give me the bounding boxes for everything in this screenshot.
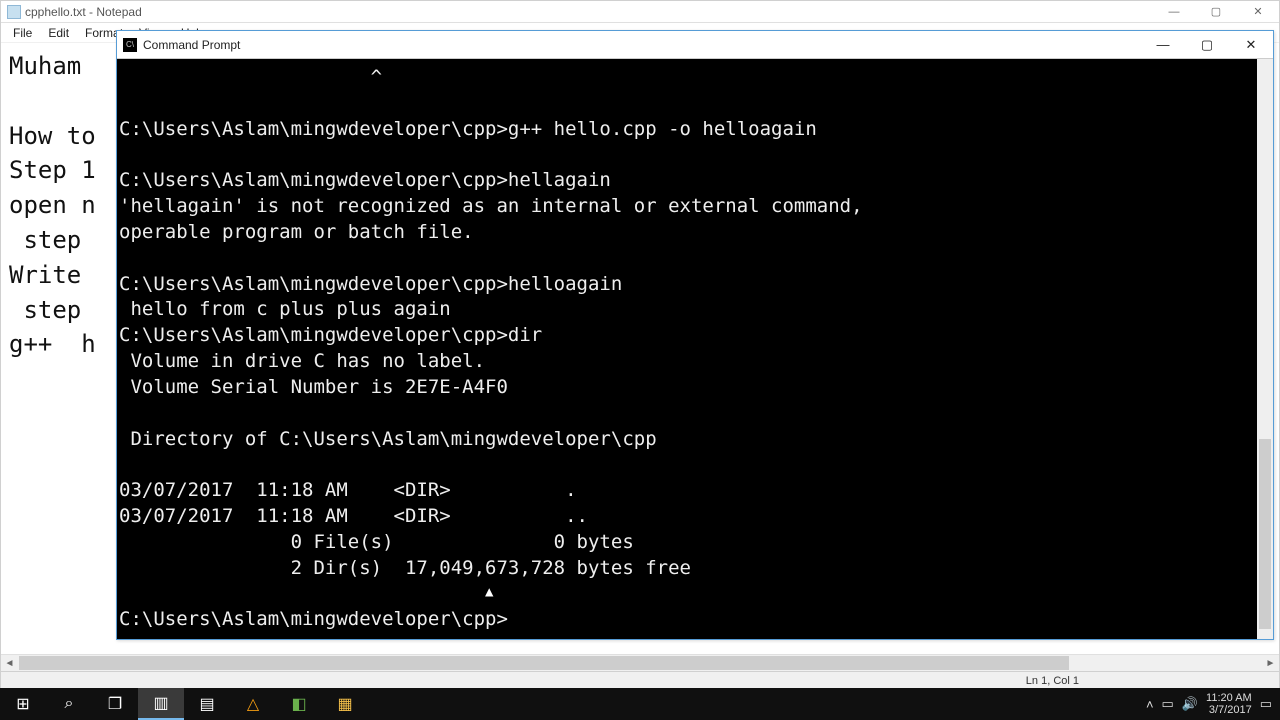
mouse-pointer-icon: ▲ xyxy=(485,583,493,602)
clock-time: 11:20 AM xyxy=(1206,692,1252,704)
system-tray: ˄ ▭ 🔊 11:20 AM 3/7/2017 ▭ xyxy=(1146,692,1280,716)
taskview-button[interactable]: ❐ xyxy=(92,688,138,720)
cmd-title: Command Prompt xyxy=(143,38,240,52)
cmd-terminal-area[interactable]: ^ C:\Users\Aslam\mingwdeveloper\cpp>g++ … xyxy=(117,59,1273,639)
clock[interactable]: 11:20 AM 3/7/2017 xyxy=(1206,692,1252,716)
clock-date: 3/7/2017 xyxy=(1206,704,1252,716)
scroll-left-icon[interactable]: ◄ xyxy=(1,655,18,672)
taskbar-app-explorer[interactable]: ▥ xyxy=(138,688,184,720)
notepad-close-button[interactable]: ✕ xyxy=(1237,2,1279,22)
cmd-minimize-button[interactable]: — xyxy=(1141,32,1185,58)
taskbar-app-notepad[interactable]: ▤ xyxy=(184,688,230,720)
notepad-titlebar[interactable]: cpphello.txt - Notepad — ▢ ✕ xyxy=(1,1,1279,23)
taskbar: ⊞ ⌕ ❐ ▥ ▤ △ ◧ ▦ ˄ ▭ 🔊 11:20 AM 3/7/2017 … xyxy=(0,688,1280,720)
notepad-horizontal-scrollbar[interactable]: ◄ ► xyxy=(1,654,1279,671)
cmd-icon: C\ xyxy=(123,38,137,52)
search-button[interactable]: ⌕ xyxy=(46,688,92,720)
taskbar-app-vlc[interactable]: △ xyxy=(230,688,276,720)
cmd-vertical-scrollbar[interactable] xyxy=(1257,59,1273,639)
start-button[interactable]: ⊞ xyxy=(0,688,46,720)
taskbar-app-folder[interactable]: ▦ xyxy=(322,688,368,720)
cmd-titlebar[interactable]: C\ Command Prompt — ▢ ✕ xyxy=(117,31,1273,59)
cmd-maximize-button[interactable]: ▢ xyxy=(1185,32,1229,58)
notifications-icon[interactable]: ▭ xyxy=(1260,696,1272,712)
command-prompt-window: C\ Command Prompt — ▢ ✕ ^ C:\Users\Aslam… xyxy=(116,30,1274,640)
scroll-right-icon[interactable]: ► xyxy=(1262,655,1279,672)
scroll-thumb[interactable] xyxy=(19,656,1069,670)
notepad-icon xyxy=(7,5,21,19)
notepad-minimize-button[interactable]: — xyxy=(1153,2,1195,22)
cursor-position-label: Ln 1, Col 1 xyxy=(1026,675,1079,687)
cmd-close-button[interactable]: ✕ xyxy=(1229,32,1273,58)
tray-overflow-icon[interactable]: ˄ xyxy=(1146,697,1154,712)
network-icon[interactable]: ▭ xyxy=(1162,696,1174,712)
menu-edit[interactable]: Edit xyxy=(40,24,77,42)
notepad-maximize-button[interactable]: ▢ xyxy=(1195,2,1237,22)
notepad-title: cpphello.txt - Notepad xyxy=(25,5,142,19)
menu-file[interactable]: File xyxy=(5,24,40,42)
cmd-scroll-thumb[interactable] xyxy=(1259,439,1271,629)
taskbar-app-sublime[interactable]: ◧ xyxy=(276,688,322,720)
sound-icon[interactable]: 🔊 xyxy=(1182,696,1198,712)
notepad-status-bar: Ln 1, Col 1 xyxy=(1,671,1279,689)
